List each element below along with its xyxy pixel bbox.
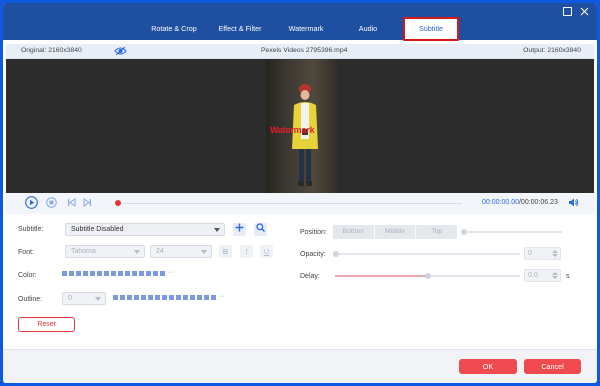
font-family-value: Tahoma xyxy=(71,248,96,255)
bold-button[interactable]: B xyxy=(219,245,232,258)
opacity-input[interactable]: 0 xyxy=(524,247,561,260)
delay-value: 0.0 xyxy=(528,272,538,279)
file-name: Pexels Videos 2795396.mp4 xyxy=(261,47,348,54)
next-frame-icon[interactable] xyxy=(83,198,92,209)
output-resolution: Output: 2160x3840 xyxy=(523,47,581,54)
decrement-icon[interactable] xyxy=(552,276,558,279)
position-label: Position: xyxy=(300,229,327,236)
add-subtitle-button[interactable] xyxy=(233,223,246,236)
chevron-down-icon xyxy=(95,297,101,301)
tab-audio[interactable]: Audio xyxy=(351,20,385,38)
increment-icon[interactable] xyxy=(552,272,558,275)
cancel-button[interactable]: Cancel xyxy=(524,359,581,374)
delay-slider-thumb[interactable] xyxy=(425,273,431,279)
eye-icon[interactable] xyxy=(114,46,127,58)
opacity-slider[interactable] xyxy=(335,253,520,255)
position-top-button[interactable]: Top xyxy=(416,225,457,239)
chevron-down-icon xyxy=(201,250,207,254)
stop-icon[interactable] xyxy=(46,197,57,210)
progress-bar[interactable] xyxy=(117,203,462,204)
color-label: Color: xyxy=(18,272,37,279)
minimize-icon[interactable] xyxy=(563,7,572,18)
tab-subtitle[interactable]: Subtitle xyxy=(403,17,459,41)
chevron-down-icon xyxy=(134,250,140,254)
position-slider[interactable] xyxy=(463,231,562,233)
volume-icon[interactable] xyxy=(568,197,579,210)
current-time: 00:00:00.00 xyxy=(482,199,519,206)
tab-watermark[interactable]: Watermark xyxy=(281,20,331,38)
ok-button[interactable]: OK xyxy=(459,359,517,374)
delay-slider-fill xyxy=(335,275,427,277)
previous-frame-icon[interactable] xyxy=(67,198,76,209)
player-controls: 00:00:00.00/00:00:06.23 xyxy=(6,193,594,214)
progress-thumb[interactable] xyxy=(115,200,121,206)
opacity-slider-thumb[interactable] xyxy=(333,251,339,257)
tab-rotate-crop[interactable]: Rotate & Crop xyxy=(141,20,207,38)
reset-button[interactable]: Reset xyxy=(18,317,75,332)
search-icon xyxy=(256,223,265,232)
delay-unit: s xyxy=(566,273,570,280)
video-editor-dialog: Rotate & Crop Effect & Filter Watermark … xyxy=(3,3,597,383)
position-middle-button[interactable]: Middle xyxy=(375,225,417,239)
font-family-select[interactable]: Tahoma xyxy=(65,245,145,258)
more-colors-icon[interactable]: ··· xyxy=(167,269,174,276)
chevron-down-icon xyxy=(214,228,220,232)
video-preview: Watermark xyxy=(6,59,594,193)
delay-input[interactable]: 0.0 xyxy=(524,269,561,282)
time-display: 00:00:00.00/00:00:06.23 xyxy=(482,199,558,206)
position-slider-thumb[interactable] xyxy=(461,229,467,235)
search-subtitle-button[interactable] xyxy=(254,223,267,236)
font-label: Font: xyxy=(18,249,34,256)
outline-color-picker[interactable]: ··· xyxy=(113,293,225,300)
font-size-select[interactable]: 24 xyxy=(150,245,212,258)
outline-value: 0 xyxy=(68,295,72,302)
more-colors-icon[interactable]: ··· xyxy=(218,293,225,300)
color-picker[interactable]: ··· xyxy=(62,269,174,276)
italic-button[interactable]: I xyxy=(240,245,253,258)
outline-label: Outline: xyxy=(18,296,43,303)
info-bar: Original: 2160x3840 Pexels Videos 279539… xyxy=(6,44,594,59)
original-resolution: Original: 2160x3840 xyxy=(21,47,82,54)
watermark-preview: Watermark xyxy=(270,125,315,135)
plus-icon xyxy=(235,223,244,232)
opacity-value: 0 xyxy=(528,250,532,257)
increment-icon[interactable] xyxy=(552,250,558,253)
underline-button[interactable]: U xyxy=(260,245,273,258)
delay-label: Delay: xyxy=(300,273,320,280)
outline-select[interactable]: 0 xyxy=(62,292,106,305)
subtitle-label: Subtitle: xyxy=(18,226,44,233)
opacity-label: Opacity: xyxy=(300,251,326,258)
position-selector: Bottom Middle Top xyxy=(333,225,457,239)
position-bottom-button[interactable]: Bottom xyxy=(333,225,375,239)
decrement-icon[interactable] xyxy=(552,254,558,257)
font-size-value: 24 xyxy=(156,248,164,255)
tab-effect-filter[interactable]: Effect & Filter xyxy=(210,20,270,38)
close-icon[interactable] xyxy=(580,7,589,18)
play-icon[interactable] xyxy=(25,196,38,211)
total-time: /00:00:06.23 xyxy=(518,199,558,206)
subtitle-select[interactable]: Subtitle Disabled xyxy=(65,223,225,236)
subtitle-select-value: Subtitle Disabled xyxy=(71,226,124,233)
tab-bar: Rotate & Crop Effect & Filter Watermark … xyxy=(3,3,597,41)
